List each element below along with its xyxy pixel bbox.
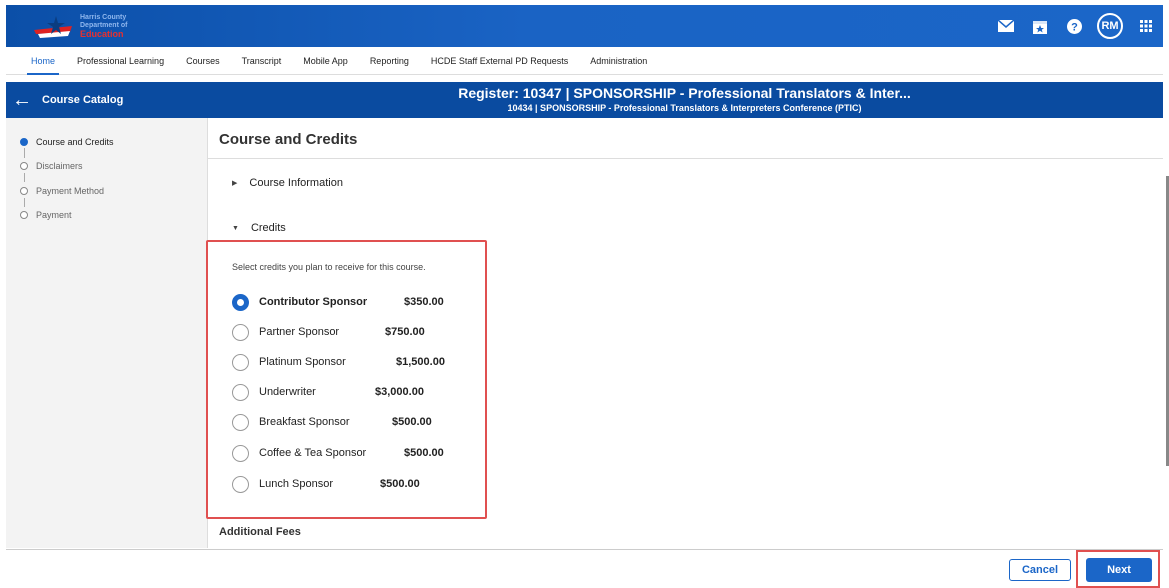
radio-button[interactable] [232, 293, 249, 311]
credit-option-platinum[interactable]: Platinum Sponsor [232, 352, 346, 372]
option-price: $500.00 [380, 478, 420, 490]
page-subtitle: 10434 | SPONSORSHIP - Professional Trans… [507, 103, 862, 113]
option-label: Contributor Sponsor [259, 296, 368, 308]
step-indicator [20, 138, 28, 146]
step-connector [24, 148, 25, 158]
credit-option-contributor[interactable]: Contributor Sponsor [232, 292, 367, 312]
credit-option-underwriter[interactable]: Underwriter [232, 382, 316, 402]
divider [208, 158, 1163, 159]
nav-hcde-pd-requests[interactable]: HCDE Staff External PD Requests [431, 47, 568, 75]
credits-instructions: Select credits you plan to receive for t… [232, 262, 426, 272]
steps-sidebar: Course and Credits Disclaimers Payment M… [6, 118, 208, 548]
step-connector [24, 198, 25, 207]
logo-line1: Harris County [80, 14, 127, 21]
hcde-logo[interactable]: Harris County Department of Education [30, 12, 150, 42]
course-information-toggle[interactable]: ▶ Course Information [232, 177, 343, 189]
step-label: Disclaimers [36, 161, 83, 171]
credit-option-lunch[interactable]: Lunch Sponsor [232, 474, 333, 494]
step-indicator [20, 211, 28, 219]
page-title: Register: 10347 | SPONSORSHIP - Professi… [458, 85, 911, 101]
back-to-catalog-button[interactable]: ← Course Catalog [6, 82, 206, 118]
option-price: $750.00 [385, 326, 425, 338]
radio-button[interactable] [232, 323, 249, 341]
step-indicator [20, 187, 28, 195]
avatar[interactable]: RM [1097, 13, 1123, 39]
back-label: Course Catalog [42, 94, 124, 106]
step-course-and-credits[interactable]: Course and Credits [20, 137, 114, 147]
step-disclaimers[interactable]: Disclaimers [20, 161, 83, 171]
logo-line3: Education [80, 29, 124, 39]
credit-option-breakfast[interactable]: Breakfast Sponsor [232, 412, 350, 432]
credit-option-coffee-tea[interactable]: Coffee & Tea Sponsor [232, 443, 366, 463]
radio-button[interactable] [232, 353, 249, 371]
svg-text:?: ? [1071, 21, 1078, 33]
option-label: Platinum Sponsor [259, 356, 346, 368]
mail-icon[interactable] [989, 5, 1023, 47]
radio-button[interactable] [232, 444, 249, 462]
step-label: Payment [36, 210, 72, 220]
credit-option-partner[interactable]: Partner Sponsor [232, 322, 339, 342]
option-label: Partner Sponsor [259, 326, 340, 338]
additional-fees-heading: Additional Fees [219, 526, 301, 538]
step-payment[interactable]: Payment [20, 210, 72, 220]
nav-reporting[interactable]: Reporting [370, 47, 409, 75]
footer-bar [6, 549, 1163, 588]
next-button[interactable]: Next [1086, 558, 1152, 582]
step-label: Course and Credits [36, 137, 114, 147]
top-bar: Harris County Department of Education ? … [6, 5, 1163, 47]
radio-button[interactable] [232, 475, 249, 493]
nav-mobile-app[interactable]: Mobile App [303, 47, 348, 75]
page-header: ← Course Catalog Register: 10347 | SPONS… [6, 82, 1163, 118]
nav-home[interactable]: Home [26, 47, 60, 75]
radio-button[interactable] [232, 383, 249, 401]
option-label: Underwriter [259, 386, 316, 398]
option-price: $500.00 [404, 447, 444, 459]
top-icons: ? RM [989, 5, 1163, 47]
step-connector [24, 173, 25, 182]
option-price: $500.00 [392, 416, 432, 428]
step-label: Payment Method [36, 186, 105, 196]
nav-professional-learning[interactable]: Professional Learning [77, 47, 164, 75]
credits-toggle[interactable]: ▼ Credits [232, 222, 286, 234]
cancel-button[interactable]: Cancel [1009, 559, 1071, 581]
option-price: $3,000.00 [375, 386, 424, 398]
apps-grid-icon[interactable] [1129, 5, 1163, 47]
course-information-label: Course Information [249, 177, 343, 189]
radio-button[interactable] [232, 413, 249, 431]
back-arrow-icon: ← [12, 89, 32, 111]
nav-transcript[interactable]: Transcript [242, 47, 282, 75]
step-indicator [20, 162, 28, 170]
nav-courses[interactable]: Courses [186, 47, 220, 75]
step-payment-method[interactable]: Payment Method [20, 186, 104, 196]
option-label: Lunch Sponsor [259, 478, 333, 490]
caret-right-icon: ▶ [232, 180, 238, 187]
caret-down-icon: ▼ [232, 224, 239, 232]
main-nav: Home Professional Learning Courses Trans… [6, 47, 1163, 75]
option-label: Coffee & Tea Sponsor [259, 447, 367, 459]
logo-text: Harris County Department of Education [80, 14, 127, 39]
section-title: Course and Credits [219, 131, 358, 148]
option-price: $350.00 [404, 296, 444, 308]
option-label: Breakfast Sponsor [259, 416, 350, 428]
nav-administration[interactable]: Administration [590, 47, 647, 75]
star-logo-icon [34, 16, 72, 38]
calendar-icon[interactable] [1023, 5, 1057, 47]
option-price: $1,500.00 [396, 356, 445, 368]
credits-label: Credits [250, 222, 286, 234]
help-icon[interactable]: ? [1057, 5, 1091, 47]
